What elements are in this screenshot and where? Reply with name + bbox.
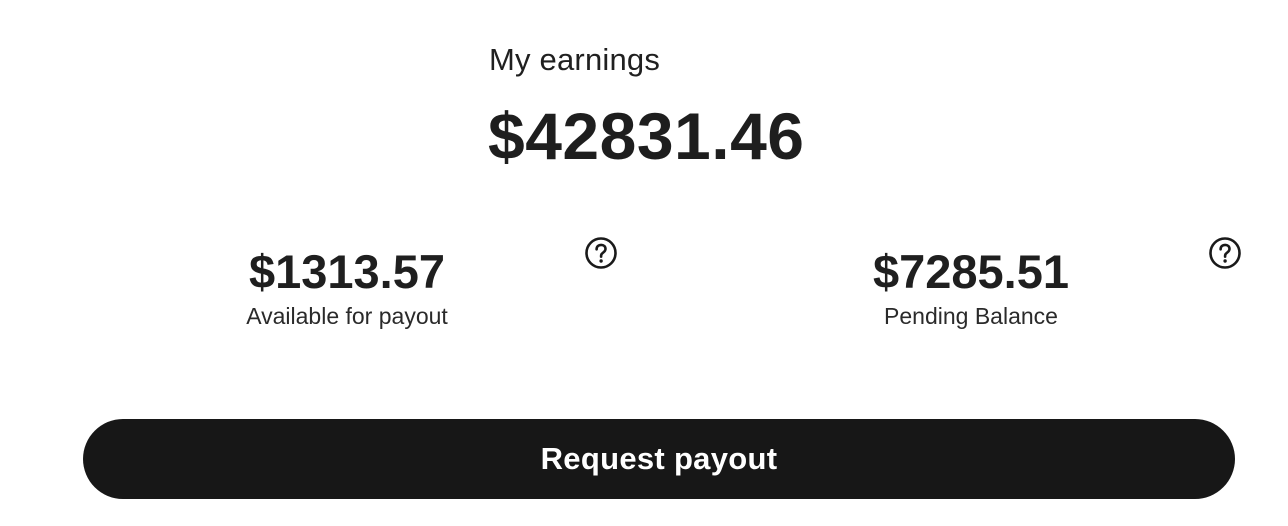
- available-caption: Available for payout: [246, 303, 448, 329]
- pending-balance-stat: $7285.51 Pending Balance: [811, 248, 1131, 328]
- pending-amount: $7285.51: [872, 245, 1070, 298]
- question-circle-icon[interactable]: [584, 236, 618, 270]
- request-payout-label: Request payout: [540, 441, 778, 476]
- question-circle-icon[interactable]: [1208, 236, 1242, 270]
- available-for-payout-stat: $1313.57 Available for payout: [187, 248, 507, 328]
- available-amount: $1313.57: [248, 245, 446, 298]
- request-payout-button[interactable]: Request payout: [83, 419, 1235, 499]
- earnings-total: $42831.46: [488, 99, 805, 173]
- earnings-label: My earnings: [489, 42, 661, 77]
- pending-caption: Pending Balance: [884, 303, 1058, 329]
